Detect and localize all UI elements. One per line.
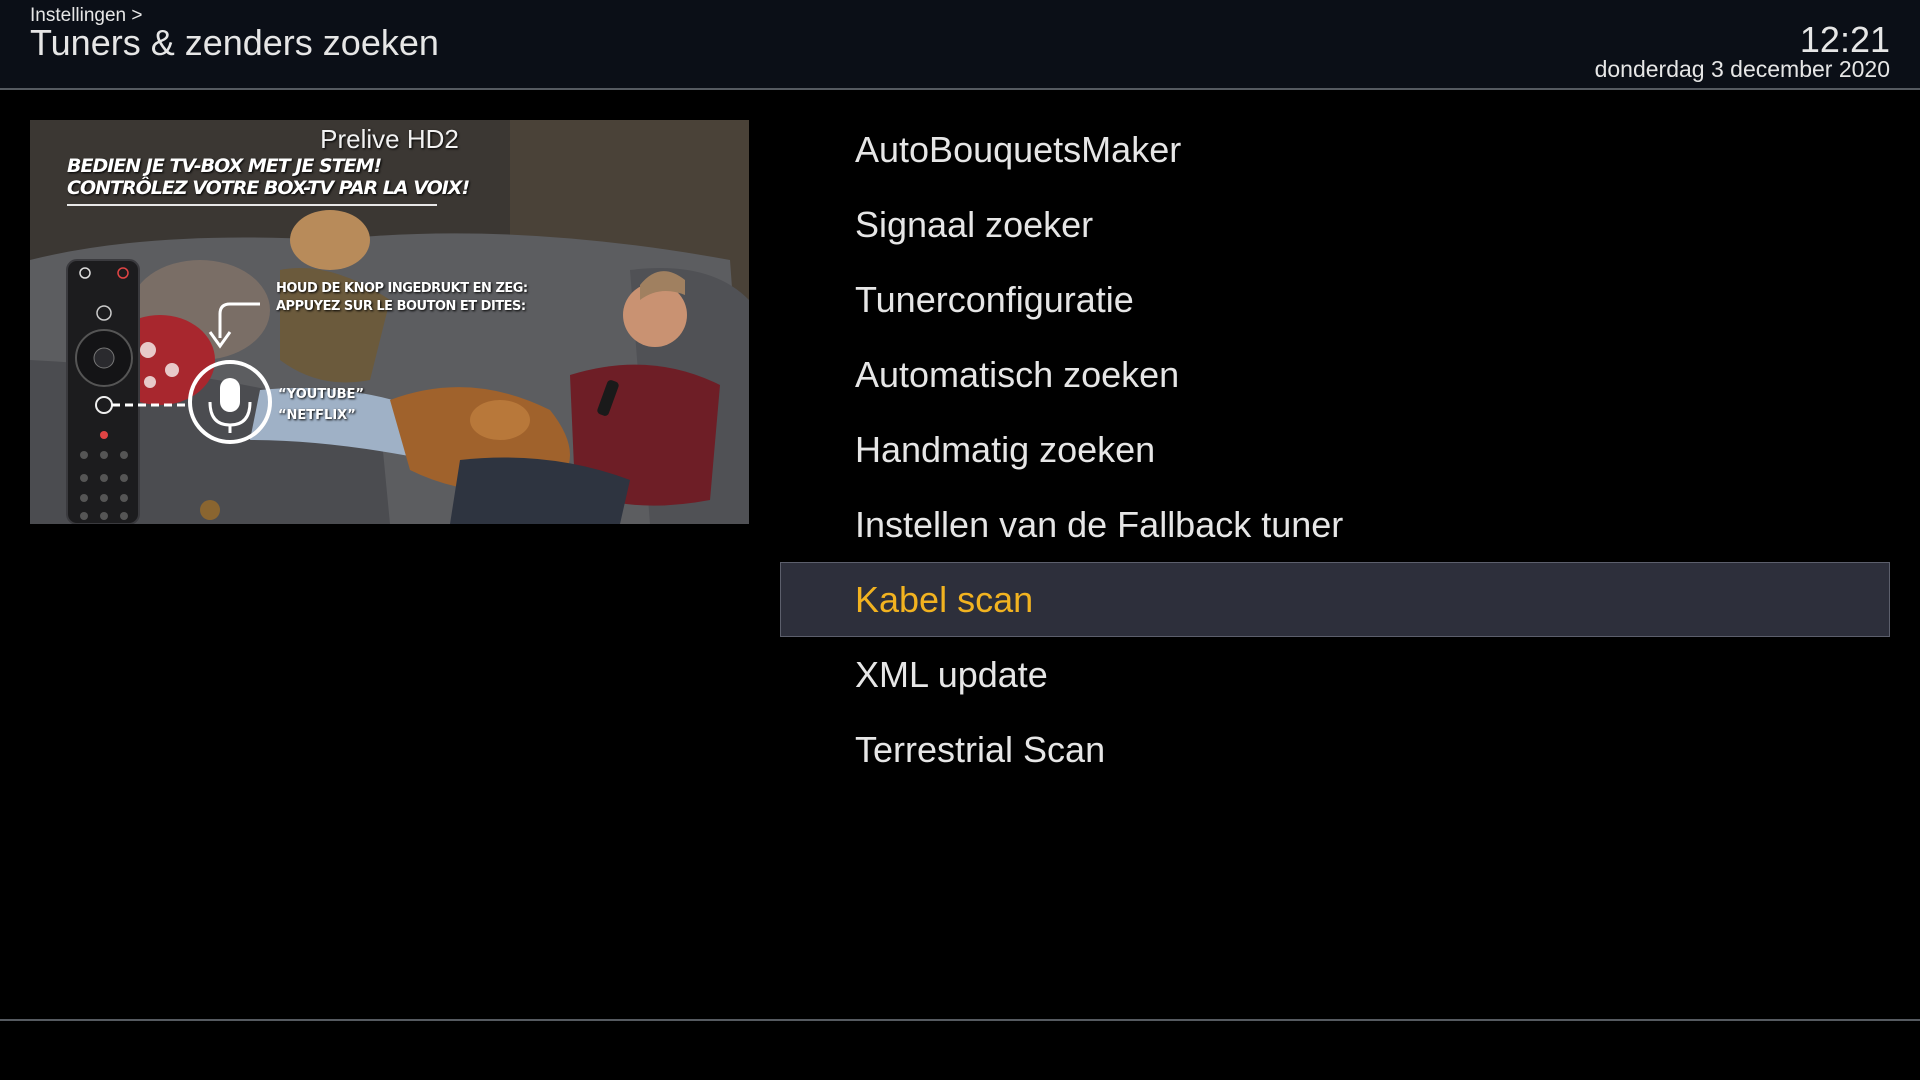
menu-item-xml-update[interactable]: XML update	[780, 637, 1890, 712]
clock: 12:21	[1799, 19, 1890, 60]
promo-underline	[67, 204, 437, 206]
menu-item-fallback-tuner[interactable]: Instellen van de Fallback tuner	[780, 487, 1890, 562]
voice-command-youtube: “YOUTUBE”	[278, 387, 365, 402]
promo-text-fr: CONTRÔLEZ VOTRE BOX-TV PAR LA VOIX!	[67, 177, 470, 199]
menu-item-autobouquetsmaker[interactable]: AutoBouquetsMaker	[780, 112, 1890, 187]
menu-item-tuner-configuration[interactable]: Tunerconfiguratie	[780, 262, 1890, 337]
voice-command-netflix: “NETFLIX”	[278, 408, 356, 423]
instruction-text-nl: HOUD DE KNOP INGEDRUKT EN ZEG:	[276, 281, 528, 296]
header-bar: Instellingen > Tuners & zenders zoeken 1…	[0, 0, 1920, 90]
menu-item-cable-scan[interactable]: Kabel scan	[780, 562, 1890, 637]
date-display: donderdag 3 december 2020	[1594, 56, 1890, 82]
menu-item-signal-finder[interactable]: Signaal zoeker	[780, 187, 1890, 262]
instruction-text-fr: APPUYEZ SUR LE BOUTON ET DITES:	[276, 299, 526, 314]
menu-item-automatic-scan[interactable]: Automatisch zoeken	[780, 337, 1890, 412]
tv-preview-window: Prelive HD2 BEDIEN JE TV-BOX MET JE STEM…	[30, 120, 749, 524]
menu-item-manual-scan[interactable]: Handmatig zoeken	[780, 412, 1890, 487]
preview-channel-name: Prelive HD2	[320, 124, 459, 154]
footer-bar	[0, 1021, 1920, 1080]
menu-item-terrestrial-scan[interactable]: Terrestrial Scan	[780, 712, 1890, 787]
scan-menu-list: AutoBouquetsMaker Signaal zoeker Tunerco…	[780, 112, 1890, 787]
page-title: Tuners & zenders zoeken	[30, 22, 439, 63]
promo-text-nl: BEDIEN JE TV-BOX MET JE STEM!	[67, 155, 382, 177]
